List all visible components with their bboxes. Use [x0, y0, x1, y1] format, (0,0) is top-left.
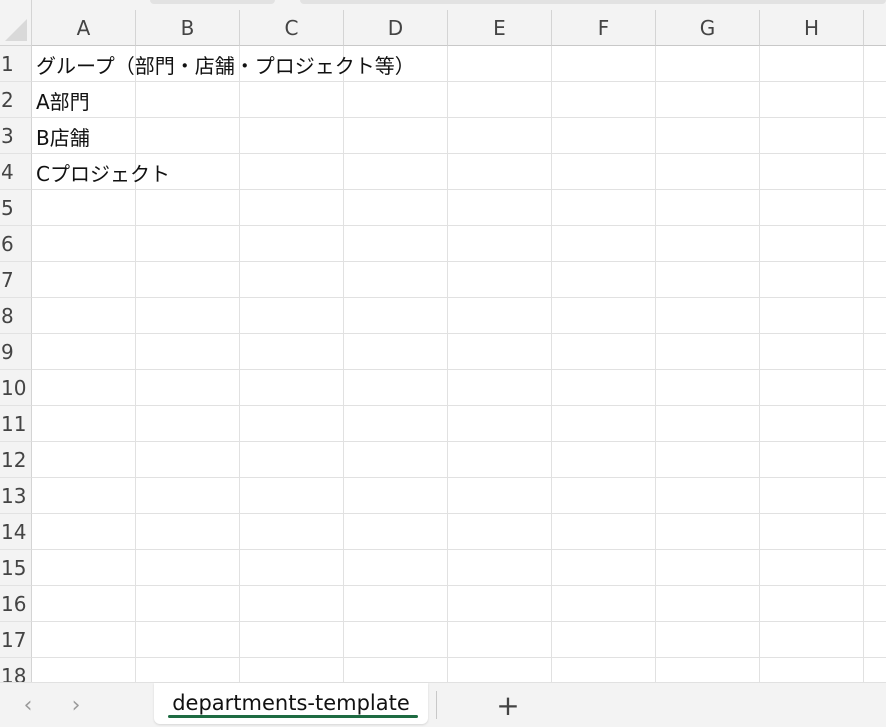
sheet-tab-bar: ‹ › departments-template +	[0, 682, 886, 727]
select-all-button[interactable]	[0, 0, 32, 46]
grid-row-line	[32, 585, 886, 586]
row-header-14[interactable]: 14	[0, 514, 32, 550]
row-header-13[interactable]: 13	[0, 478, 32, 514]
cell-a2[interactable]: A部門	[32, 82, 90, 118]
row-header-18[interactable]: 18	[0, 658, 32, 682]
row-header-3[interactable]: 3	[0, 118, 32, 154]
grid-column-line	[551, 46, 552, 682]
row-header-15[interactable]: 15	[0, 550, 32, 586]
plus-icon[interactable]: +	[494, 689, 522, 722]
ribbon-edge	[32, 0, 886, 10]
cell-a3[interactable]: B店舗	[32, 118, 90, 154]
row-header-2[interactable]: 2	[0, 82, 32, 118]
column-header-c[interactable]: C	[240, 10, 344, 46]
grid-row-line	[32, 225, 886, 226]
row-header-5[interactable]: 5	[0, 190, 32, 226]
row-header-11[interactable]: 11	[0, 406, 32, 442]
grid-row-line	[32, 405, 886, 406]
column-header-g[interactable]: G	[656, 10, 760, 46]
column-header-d[interactable]: D	[344, 10, 448, 46]
row-header-12[interactable]: 12	[0, 442, 32, 478]
grid-row-line	[32, 513, 886, 514]
cell-a1[interactable]: グループ（部門・店舗・プロジェクト等）	[32, 46, 415, 82]
column-header-h[interactable]: H	[760, 10, 864, 46]
grid-row-line	[32, 369, 886, 370]
grid-row-line	[32, 549, 886, 550]
column-header-f[interactable]: F	[552, 10, 656, 46]
row-header-7[interactable]: 7	[0, 262, 32, 298]
row-header-16[interactable]: 16	[0, 586, 32, 622]
grid-row-line	[32, 333, 886, 334]
cell-a4[interactable]: Cプロジェクト	[32, 154, 170, 190]
grid-column-line	[447, 46, 448, 682]
row-header-6[interactable]: 6	[0, 226, 32, 262]
row-header-10[interactable]: 10	[0, 370, 32, 406]
grid-row-line	[32, 477, 886, 478]
tab-separator	[436, 691, 437, 719]
grid-column-line	[863, 46, 864, 682]
column-header-a[interactable]: A	[32, 10, 136, 46]
select-all-icon	[5, 19, 27, 41]
column-header-b[interactable]: B	[136, 10, 240, 46]
grid-row-line	[32, 297, 886, 298]
grid-column-line	[343, 46, 344, 682]
grid-column-line	[759, 46, 760, 682]
grid-column-line	[135, 46, 136, 682]
column-header-e[interactable]: E	[448, 10, 552, 46]
chevron-right-icon[interactable]: ›	[64, 693, 88, 718]
sheet-tab-active[interactable]: departments-template	[154, 683, 428, 724]
sheet-tab-label: departments-template	[172, 690, 410, 715]
grid-row-line	[32, 261, 886, 262]
row-header-9[interactable]: 9	[0, 334, 32, 370]
grid-row-line	[32, 657, 886, 658]
row-header-17[interactable]: 17	[0, 622, 32, 658]
row-header-8[interactable]: 8	[0, 298, 32, 334]
spreadsheet-grid[interactable]: ABCDEFGH 1 2 3 4 5 6 7 8 9 10 11 12 13 14 15 16 17 18 グルー…	[0, 0, 886, 682]
row-header-4[interactable]: 4	[0, 154, 32, 190]
grid-column-line	[655, 46, 656, 682]
grid-column-line	[239, 46, 240, 682]
grid-row-line	[32, 621, 886, 622]
column-header-partial	[864, 10, 886, 46]
row-header-1[interactable]: 1	[0, 46, 32, 82]
grid-row-line	[32, 441, 886, 442]
grid-row-line	[32, 117, 886, 118]
active-tab-indicator	[168, 715, 418, 718]
chevron-left-icon[interactable]: ‹	[16, 693, 40, 718]
